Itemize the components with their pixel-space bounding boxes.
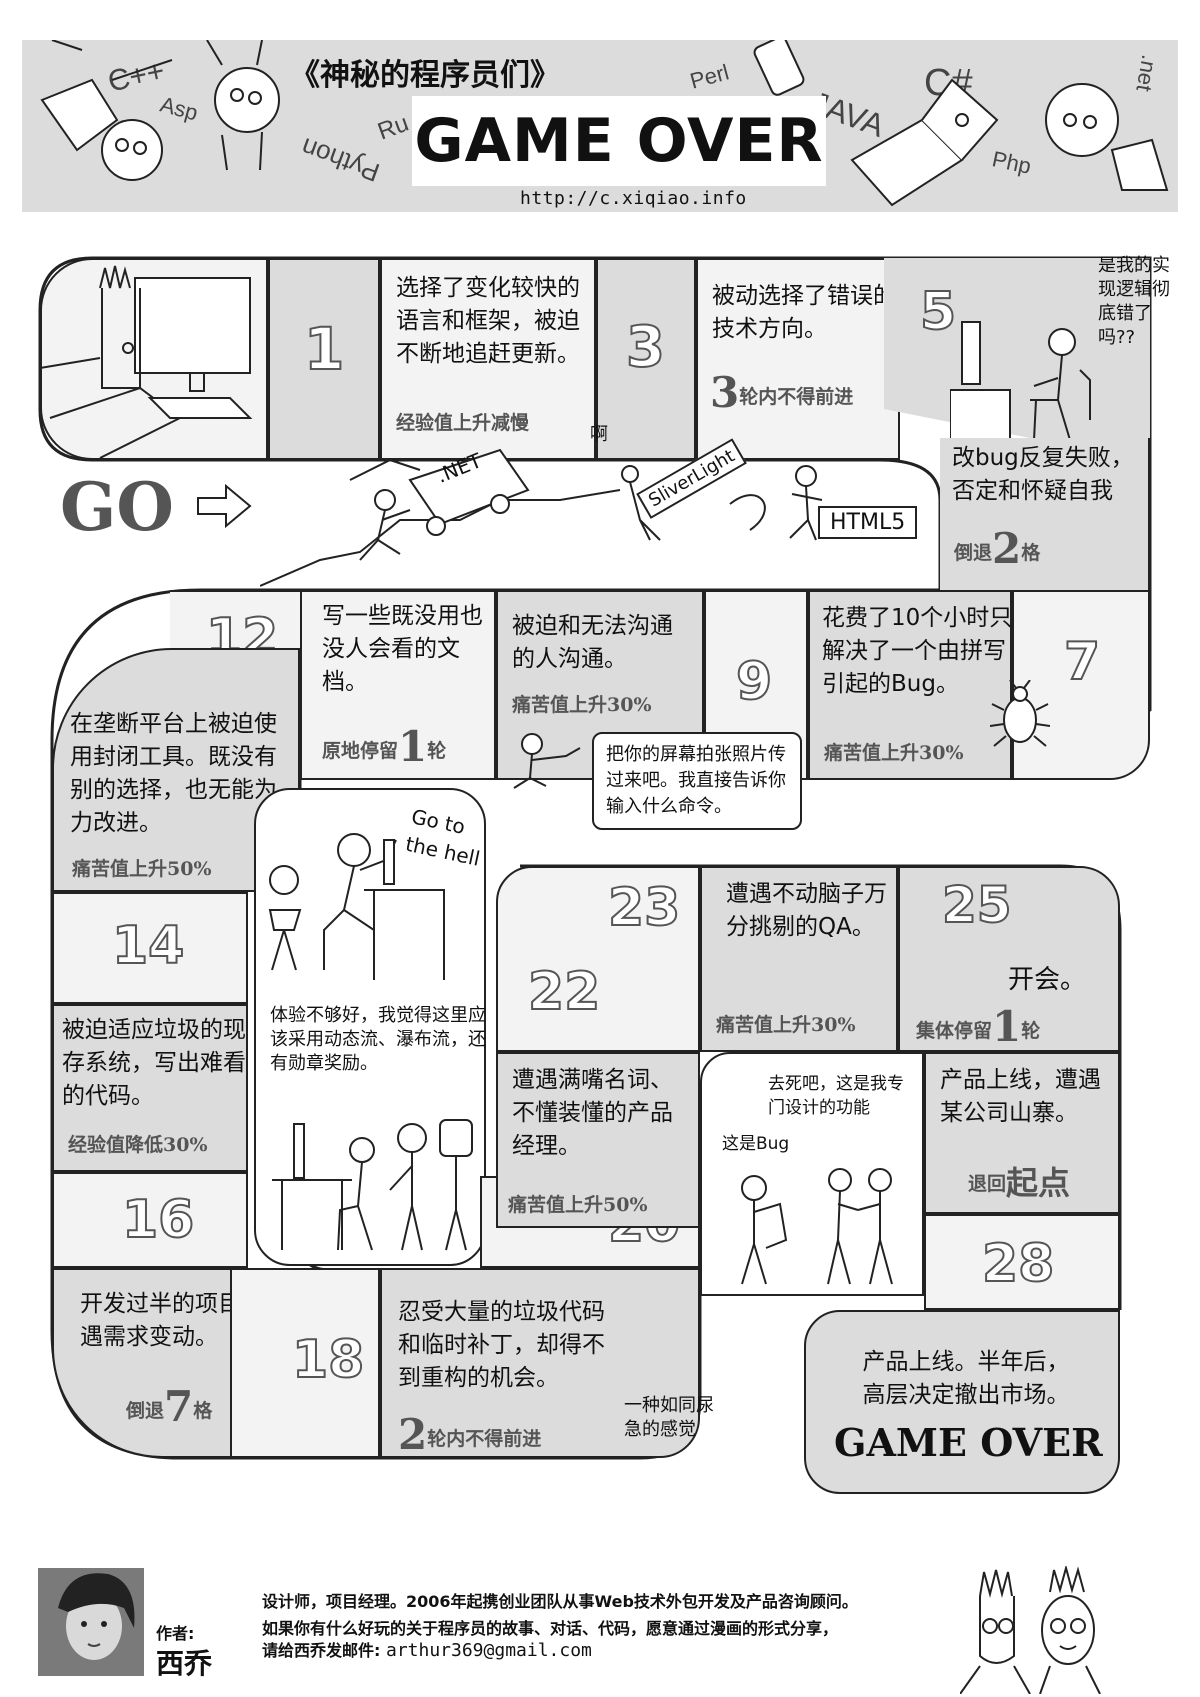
cell-number: 3 (625, 315, 666, 380)
cell-text: 改bug反复失败，否定和怀疑自我 (952, 445, 1134, 504)
author-name: 西乔 (156, 1647, 213, 1680)
cell-23: 23 (530, 866, 700, 974)
end-cell: 产品上线。半年后，高层决定撤出市场。 GAME OVER (804, 1310, 1120, 1494)
pointing-figure-icon (513, 733, 581, 789)
cell-effect: 3轮内不得前进 (710, 368, 854, 417)
cell-6: 改bug反复失败，否定和怀疑自我 倒退2格 (940, 438, 1150, 592)
sound-label: 啊 (590, 424, 608, 445)
go-label: GO (60, 468, 174, 546)
cell-19: 忍受大量的垃圾代码和临时补丁，却得不到重构的机会。 2轮内不得前进 一种如同尿急… (380, 1268, 714, 1459)
cell-5-note: 是我的实现逻辑彻底错了吗?? (1098, 255, 1170, 348)
cell-text: 被迫和无法沟通的人沟通。 (512, 613, 673, 672)
cell-text: 遭遇不动脑子万分挑剔的QA。 (726, 881, 887, 940)
cell-text: 开会。 (1008, 965, 1087, 995)
cell-effect: 2轮内不得前进 (398, 1410, 542, 1459)
screen-photo-bubble: 把你的屏幕拍张照片传过来吧。我直接告诉你输入什么命令。 (592, 732, 802, 830)
author-label: 作者: (156, 1624, 195, 1643)
cell-effect: 痛苦值上升30% (716, 1014, 856, 1036)
cell-text: 产品上线，遭遇某公司山寨。 (940, 1067, 1101, 1126)
cell-text: 花费了10个小时只解决了一个由拼写引起的Bug。 (822, 605, 1013, 697)
cell-16: 16 (52, 1172, 248, 1268)
two-programmers-icon (960, 1566, 1101, 1694)
end-title: GAME OVER (834, 1420, 1103, 1465)
email-link[interactable]: arthur369@gmail.com (386, 1640, 592, 1661)
cell-14: 14 (52, 892, 248, 1004)
cell-3: 3 (596, 258, 696, 460)
cell-text: 写一些既没用也没人会看的文档。 (322, 603, 483, 695)
die-note: 去死吧，这是我专门设计的功能 (768, 1074, 904, 1118)
bug-icon (990, 680, 1050, 747)
cell-21: 遭遇满嘴名词、不懂装懂的产品经理。 痛苦值上升50% (496, 1052, 700, 1228)
cell-effect: 经验值降低30% (68, 1134, 208, 1156)
cell-11: 写一些既没用也没人会看的文档。 原地停留1轮 (300, 590, 496, 780)
cell-2: 选择了变化较快的语言和框架，被迫不断地追赶更新。 经验值上升减慢 (380, 258, 596, 460)
confused-programmer-icon (950, 321, 1091, 441)
cell-number: 7 (1063, 632, 1101, 692)
cell-effect: 退回起点 (968, 1164, 1071, 1202)
cell-text: 在垄断平台上被迫使用封闭工具。既没有别的选择，也无能为力改进。 (70, 711, 277, 836)
cell-1: 1 (268, 258, 380, 460)
invite-line: 如果你有什么好玩的关于程序员的故事、对话、代码，愿意通过漫画的形式分享， (262, 1619, 839, 1638)
cell-effect: 痛苦值上升50% (72, 858, 212, 880)
end-text: 产品上线。半年后，高层决定撤出市场。 (862, 1349, 1070, 1408)
cell-effect: 痛苦值上升30% (824, 742, 964, 764)
cell-15: 被迫适应垃圾的现存系统，写出难看的代码。 经验值降低30% (52, 1004, 248, 1172)
cell-number: 28 (981, 1234, 1055, 1294)
cell-number: 25 (941, 876, 1013, 934)
email-line: 请给西乔发邮件: arthur369@gmail.com (262, 1640, 838, 1662)
cell-4: 被动选择了错误的技术方向。 3轮内不得前进 (696, 258, 900, 460)
bug-note: 这是Bug (722, 1134, 790, 1154)
cell-26: 产品上线，遭遇某公司山寨。 退回起点 (924, 1052, 1120, 1214)
cell-24: 遭遇不动脑子万分挑剔的QA。 痛苦值上升30% (700, 866, 898, 1052)
email-prefix: 请给西乔发邮件: (262, 1641, 386, 1660)
designer-meeting-icon (272, 1119, 473, 1251)
cell-number: 1 (303, 315, 345, 383)
cell-effect: 经验值上升减慢 (396, 412, 530, 434)
cell-effect: 集体停留1轮 (916, 1002, 1041, 1051)
cell-number: 23 (607, 878, 681, 938)
cell-8: 花费了10个小时只解决了一个由拼写引起的Bug。 痛苦值上升30% (808, 590, 1012, 780)
cell-effect: 痛苦值上升30% (512, 694, 652, 716)
cell-text: 被动选择了错误的技术方向。 (712, 283, 896, 342)
cell-28: 28 (924, 1214, 1120, 1310)
cell-text: 选择了变化较快的语言和框架，被迫不断地追赶更新。 (396, 275, 580, 367)
cell-effect: 倒退7格 (126, 1382, 213, 1431)
cell-effect: 倒退2格 (954, 524, 1041, 573)
programmer-at-desk-icon (40, 265, 253, 459)
cell-25: 25 开会。 集体停留1轮 (898, 866, 1120, 1052)
ux-note: 体验不够好，我觉得这里应该采用动态流、瀑布流，还有勋章奖励。 (270, 1005, 486, 1074)
arrow-right-icon (197, 484, 252, 528)
author-bio: 设计师，项目经理。2006年起携创业团队从事Web技术外包开发及产品咨询顾问。 (262, 1592, 858, 1611)
bug-argument-icon (741, 1168, 893, 1285)
cell-number: 14 (111, 916, 185, 976)
cell-text: 被迫适应垃圾的现存系统，写出难看的代码。 (62, 1017, 246, 1109)
cell-text: 忍受大量的垃圾代码和临时补丁，却得不到重构的机会。 (398, 1299, 605, 1391)
cell-effect: 原地停留1轮 (322, 722, 447, 771)
cell-effect: 痛苦值上升50% (508, 1194, 648, 1216)
cell-number: 18 (291, 1330, 365, 1390)
cell-note: 一种如同尿急的感觉 (624, 1395, 714, 1440)
cell-text: 遭遇满嘴名词、不懂装懂的产品经理。 (512, 1067, 673, 1159)
cell-number: 9 (735, 652, 773, 712)
html5-label: HTML5 (818, 506, 918, 539)
author-photo-icon (38, 1568, 144, 1676)
invite-text: 如果你有什么好玩的关于程序员的故事、对话、代码，愿意通过漫画的形式分享， 请给西… (262, 1618, 838, 1662)
avatar (38, 1568, 144, 1676)
cell-number: 16 (121, 1190, 195, 1250)
cell-18: 18 (230, 1268, 380, 1458)
